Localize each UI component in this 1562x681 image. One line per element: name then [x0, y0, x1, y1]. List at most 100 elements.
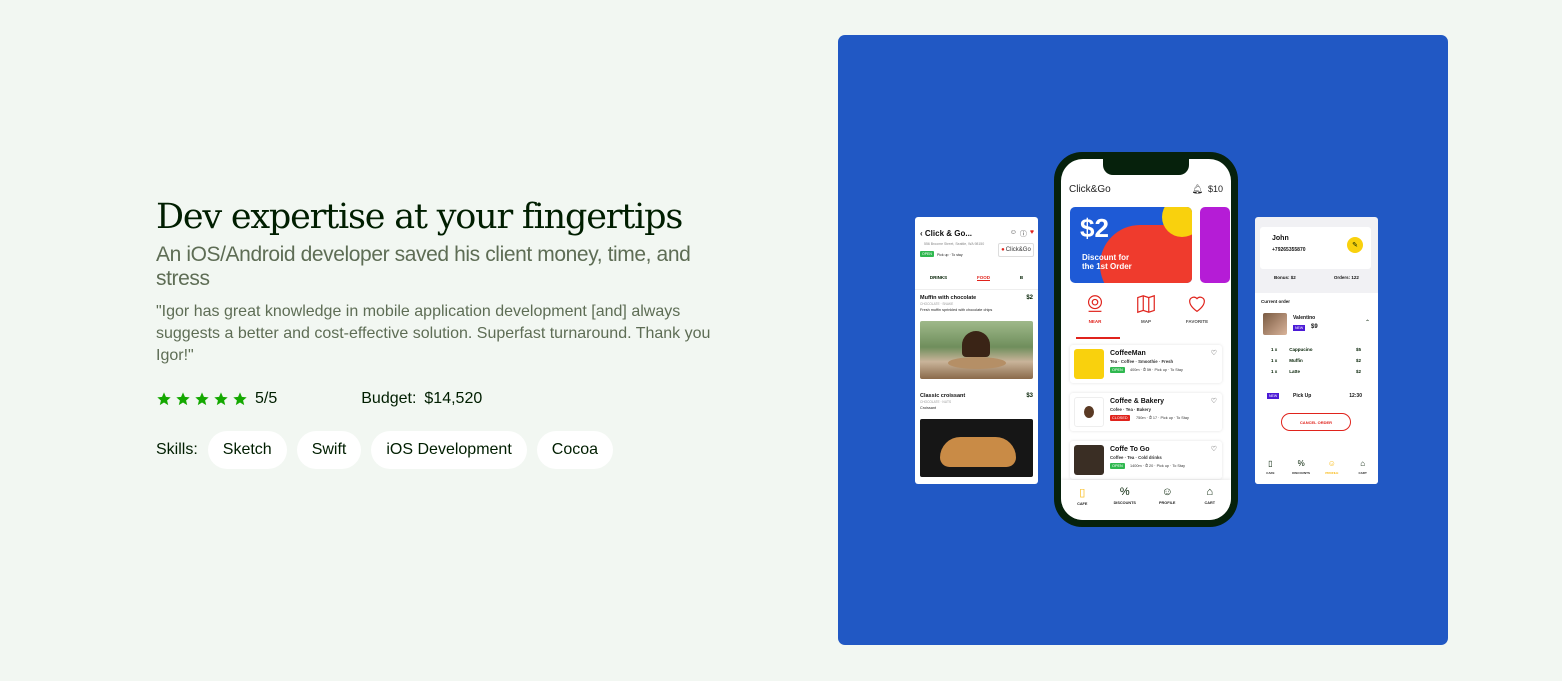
- nav-profile[interactable]: ☺ PROFILE: [1317, 459, 1347, 484]
- order-total: $9: [1311, 324, 1318, 330]
- line-qty: 1 x: [1271, 347, 1278, 352]
- rating-text: 5/5: [255, 390, 278, 407]
- tab-drinks[interactable]: DRINKS: [930, 275, 947, 281]
- star-icon: [157, 392, 171, 406]
- phone-notch: [1103, 159, 1189, 175]
- tab-label: FAVORITE: [1185, 319, 1209, 324]
- menu-address: 556 Broome Street, Seattle, WA 98150: [924, 242, 985, 246]
- cancel-order-button[interactable]: CANCEL ORDER: [1281, 413, 1351, 431]
- favorite-icon[interactable]: ♡: [1211, 349, 1217, 357]
- profile-phone: +79265355870: [1272, 247, 1306, 253]
- app-header: Click&Go 🔔︎ $10: [1069, 181, 1223, 197]
- skill-chip[interactable]: iOS Development: [371, 431, 527, 469]
- favorite-icon[interactable]: ♡: [1211, 397, 1217, 405]
- skill-chip[interactable]: Cocoa: [536, 431, 614, 469]
- bag-icon: ⌂: [1360, 459, 1366, 468]
- app-showcase-panel: ‹ Click & Go... ☺ ⓘ ♥ 556 Broome Street,…: [838, 35, 1448, 645]
- nav-label: CART: [1204, 501, 1216, 505]
- phone-screen: Click&Go 🔔︎ $10 $2 Discount for the 1st …: [1061, 159, 1231, 520]
- promo-line-1: Discount for: [1082, 253, 1130, 262]
- place-status: CLOSED: [1110, 415, 1130, 421]
- app-tabs: NEAR MAP FAVORITE: [1073, 293, 1219, 324]
- profile-icon: ☺: [1327, 459, 1336, 468]
- menu-item[interactable]: Classic croissant $3 CHOCOLATE · NUTS Cr…: [920, 393, 1033, 413]
- bonus-text: Bonus: $2: [1274, 275, 1296, 280]
- meta-row: 5/5 Budget: $14,520: [156, 388, 726, 410]
- bell-icon[interactable]: 🔔︎: [1192, 184, 1203, 195]
- promo-banner[interactable]: $2 Discount for the 1st Order: [1070, 207, 1192, 283]
- promo-banner-next[interactable]: [1200, 207, 1230, 283]
- menu-logo-text: Click&Go: [1005, 247, 1031, 253]
- menu-open-badge: OPEN: [920, 251, 934, 257]
- nav-label: CART: [1358, 471, 1367, 475]
- budget-label: Budget:: [361, 390, 417, 407]
- profile-name: John: [1272, 235, 1289, 242]
- budget: Budget: $14,520: [361, 390, 482, 408]
- nav-profile[interactable]: ☺ PROFILE: [1152, 486, 1182, 520]
- star-icon: [195, 392, 209, 406]
- nav-discounts[interactable]: % DISCOUNTS: [1286, 459, 1316, 484]
- page: Dev expertise at your fingertips An iOS/…: [0, 0, 1562, 681]
- menu-item[interactable]: Muffin with chocolate $2 CHOCOLATE · SNA…: [920, 295, 1033, 315]
- profile-stats: Bonus: $2 Orders: 122: [1255, 275, 1378, 280]
- nav-cart[interactable]: ⌂ CART: [1195, 486, 1225, 520]
- location-icon: [1087, 295, 1103, 312]
- star-rating: 5/5: [156, 390, 277, 408]
- nav-cart[interactable]: ⌂ CART: [1348, 459, 1378, 484]
- profile-icon: ☺: [1161, 486, 1173, 498]
- place-card[interactable]: CoffeeMan Tea · Coffee · Smoothie · Fres…: [1070, 345, 1222, 383]
- nav-label: PROFILE: [1159, 501, 1176, 505]
- cup-icon: ▯: [1079, 487, 1086, 499]
- skill-chip[interactable]: Swift: [296, 431, 362, 469]
- nav-discounts[interactable]: % DISCOUNTS: [1110, 486, 1140, 520]
- nav-cafe[interactable]: ▯ CAFE: [1255, 459, 1285, 484]
- new-badge: NEW: [1293, 325, 1306, 331]
- line-item: Latte: [1289, 369, 1301, 374]
- place-sub: Tea · Coffee · Smoothie · Fresh: [1110, 359, 1174, 364]
- place-thumb: [1074, 397, 1104, 427]
- case-study-text: Dev expertise at your fingertips An iOS/…: [156, 196, 726, 469]
- menu-header-icons: ☺ ⓘ ♥: [1010, 229, 1034, 239]
- favorite-icon[interactable]: ♡: [1211, 445, 1217, 453]
- line-item: Muffin: [1289, 358, 1303, 363]
- order-line: 1 x Cappucino $5: [1271, 347, 1361, 358]
- tab-food[interactable]: FOOD: [977, 275, 990, 281]
- menu-screen-mockup: ‹ Click & Go... ☺ ⓘ ♥ 556 Broome Street,…: [915, 217, 1038, 484]
- nav-cafe[interactable]: ▯ CAFE: [1067, 486, 1097, 520]
- skills-row: Skills: Sketch Swift iOS Development Coc…: [156, 431, 726, 469]
- tab-label: NEAR: [1088, 319, 1102, 324]
- menu-pickup: Pick up · To stay: [937, 253, 963, 257]
- tab-near[interactable]: NEAR: [1073, 293, 1117, 324]
- menu-item-price: $3: [1026, 393, 1033, 399]
- place-thumb: [1074, 349, 1104, 379]
- order-bottom-nav: ▯ CAFE % DISCOUNTS ☺ PROFILE ⌂ CART: [1255, 454, 1378, 484]
- profile-card: John +79265355870 ✎: [1260, 227, 1371, 269]
- place-sub: Coffee · Tea · Cold drinks: [1110, 455, 1162, 460]
- tab-favorite[interactable]: FAVORITE: [1175, 293, 1219, 324]
- line-price: $2: [1355, 369, 1361, 374]
- percent-icon: %: [1119, 486, 1130, 498]
- promo-line-2: the 1st Order: [1082, 262, 1132, 271]
- order-line: 1 x Latte $2: [1271, 369, 1361, 380]
- nav-label: PROFILE: [1325, 471, 1339, 475]
- tab-other[interactable]: B: [1020, 275, 1023, 281]
- chevron-up-icon[interactable]: ⌃: [1365, 319, 1370, 326]
- place-sub: Cofee · Tea · Bakery: [1110, 407, 1151, 412]
- place-status: OPEN: [1110, 463, 1125, 469]
- place-card[interactable]: Coffee & Bakery Cofee · Tea · Bakery CLO…: [1070, 393, 1222, 431]
- tab-label: MAP: [1141, 319, 1151, 324]
- cup-icon: ▯: [1268, 459, 1273, 468]
- phone-mockup: Click&Go 🔔︎ $10 $2 Discount for the 1st …: [1054, 152, 1238, 527]
- nav-label: DISCOUNTS: [1292, 471, 1310, 475]
- tab-map[interactable]: MAP: [1124, 293, 1168, 324]
- place-card[interactable]: Coffe To Go Coffee · Tea · Cold drinks O…: [1070, 441, 1222, 479]
- map-icon: [1137, 294, 1155, 314]
- cafe-avatar: [1263, 313, 1287, 335]
- budget-value: $14,520: [424, 390, 483, 407]
- star-icon: [214, 392, 228, 406]
- edit-icon[interactable]: ✎: [1347, 237, 1363, 253]
- place-name: Coffee & Bakery: [1110, 398, 1165, 405]
- skill-chip[interactable]: Sketch: [207, 431, 287, 469]
- menu-item-desc: Croissant: [920, 406, 937, 410]
- active-tab-indicator: [1076, 337, 1120, 339]
